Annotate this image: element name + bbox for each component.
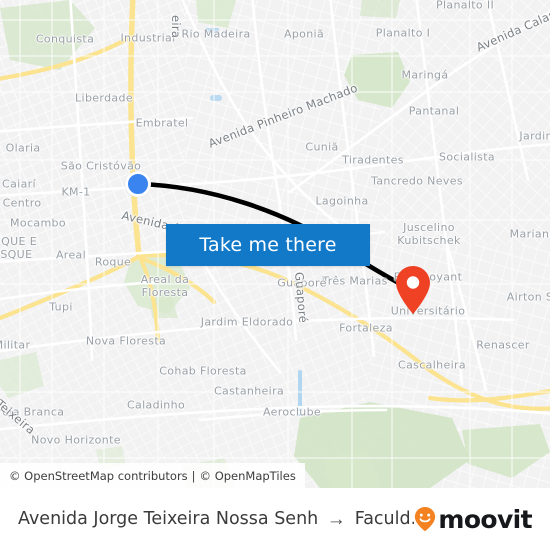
- map-canvas[interactable]: .bg { fill: #f2f2f2; } .green { fill: #d…: [0, 0, 550, 488]
- take-me-there-button[interactable]: Take me there: [166, 224, 370, 266]
- moovit-wordmark: moovit: [438, 504, 532, 534]
- footer-origin-label: Avenida Jorge Teixeira Nossa Senhora D..…: [18, 509, 318, 529]
- trip-footer-bar: Avenida Jorge Teixeira Nossa Senhora D..…: [0, 488, 550, 550]
- attribution-osm[interactable]: © OpenStreetMap contributors: [9, 469, 188, 483]
- attribution-separator: |: [191, 468, 196, 483]
- moovit-pin-icon: [414, 506, 436, 532]
- origin-location-dot[interactable]: [125, 171, 151, 197]
- footer-destination-label: Faculd...: [354, 509, 415, 529]
- moovit-logo[interactable]: moovit: [414, 504, 533, 534]
- moovit-trip-map-screen: .bg { fill: #f2f2f2; } .green { fill: #d…: [0, 0, 550, 550]
- attribution-tiles[interactable]: © OpenMapTiles: [200, 469, 296, 483]
- destination-pin[interactable]: [395, 265, 431, 315]
- map-attribution: © OpenStreetMap contributors | © OpenMap…: [0, 463, 305, 488]
- arrow-right-icon: →: [326, 508, 346, 530]
